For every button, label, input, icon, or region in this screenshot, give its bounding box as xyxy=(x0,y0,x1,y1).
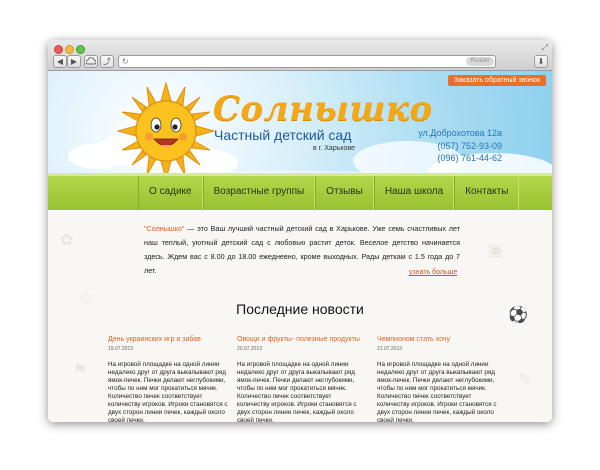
toy-doodle-icon: ✿ xyxy=(60,232,74,249)
news-section-title: Последние новости xyxy=(236,301,364,317)
news-headline[interactable]: День украинских игр и забав xyxy=(108,336,228,343)
share-button[interactable]: ⤴ xyxy=(100,55,114,68)
downloads-button[interactable]: ⬇ xyxy=(534,55,548,68)
news-body: На игровой площадке на одной линии недал… xyxy=(377,361,497,422)
address-bar[interactable]: ↻ Reader xyxy=(118,55,496,68)
reader-button[interactable]: Reader xyxy=(466,57,494,66)
contact-phone-2: (096) 761-44-62 xyxy=(437,153,502,163)
menu-item-reviews[interactable]: Отзывы xyxy=(315,176,374,210)
toy-doodle-icon: ⚑ xyxy=(73,362,88,379)
main-menu: О садике Возрастные группы Отзывы Наша ш… xyxy=(48,173,552,210)
zoom-window-button[interactable] xyxy=(76,45,85,54)
news-body: На игровой площадке на одной линии недал… xyxy=(108,361,228,422)
menu-item-age-groups[interactable]: Возрастные группы xyxy=(202,176,316,210)
sun-logo-icon xyxy=(116,81,216,181)
intro-text: — это Ваш лучший частный детский сад в Х… xyxy=(144,224,460,275)
main-content: ✿ ☺ ▣ ⚽ ⚑ ✎ "Солнышко" — это Ваш лучший … xyxy=(48,210,552,422)
cloud-tabs-button[interactable] xyxy=(84,55,98,68)
cloud-icon xyxy=(85,57,97,65)
menu-item-school[interactable]: Наша школа xyxy=(373,176,455,210)
minimize-window-button[interactable] xyxy=(65,45,74,54)
news-item: День украинских игр и забав 19.07.2013 Н… xyxy=(108,336,228,422)
share-icon: ⤴ xyxy=(103,57,111,66)
menu-item-contacts[interactable]: Контакты xyxy=(454,176,520,210)
site-city: в г. Харькове xyxy=(313,145,355,152)
news-item: Чемпионом стать хочу 21.07.2013 На игров… xyxy=(377,336,497,422)
contact-address: ул.Доброхотова 12а xyxy=(418,128,502,138)
fullscreen-icon[interactable]: ⤢ xyxy=(542,43,548,53)
news-date: 20.07.2013 xyxy=(237,346,263,352)
forward-icon: ▶ xyxy=(70,57,78,66)
browser-toolbar: ⤢ ◀ ▶ ⤴ ↻ Reader ⬇ xyxy=(48,40,552,71)
back-button[interactable]: ◀ xyxy=(53,55,67,68)
browser-window: ⤢ ◀ ▶ ⤴ ↻ Reader ⬇ Заказать обратный зво… xyxy=(48,40,552,422)
news-headline[interactable]: Овощи и фрукты- полезные продукты xyxy=(237,336,360,343)
refresh-icon[interactable]: ↻ xyxy=(122,56,129,67)
close-window-button[interactable] xyxy=(54,45,63,54)
back-icon: ◀ xyxy=(56,57,64,66)
forward-button[interactable]: ▶ xyxy=(67,55,81,68)
site-subtitle: Частный детский сад xyxy=(214,127,352,143)
menu-item-about[interactable]: О садике xyxy=(138,176,203,210)
news-headline[interactable]: Чемпионом стать хочу xyxy=(377,336,497,343)
news-date: 21.07.2013 xyxy=(377,346,403,352)
intro-highlight[interactable]: "Солнышко" xyxy=(144,224,184,233)
site-title[interactable]: Солнышко xyxy=(213,89,433,129)
toy-doodle-icon: ▣ xyxy=(488,242,504,259)
news-item: Овощи и фрукты- полезные продукты 20.07.… xyxy=(237,336,360,422)
news-body: На игровой площадке на одной линии недал… xyxy=(237,361,357,422)
toy-doodle-icon: ✎ xyxy=(518,372,532,389)
learn-more-link[interactable]: узнать больше xyxy=(409,269,457,276)
contact-phone-1: (057) 752-93-09 xyxy=(437,141,502,151)
news-date: 19.07.2013 xyxy=(108,346,134,352)
download-icon: ⬇ xyxy=(537,57,545,66)
callback-button[interactable]: Заказать обратный звонок xyxy=(448,75,546,86)
